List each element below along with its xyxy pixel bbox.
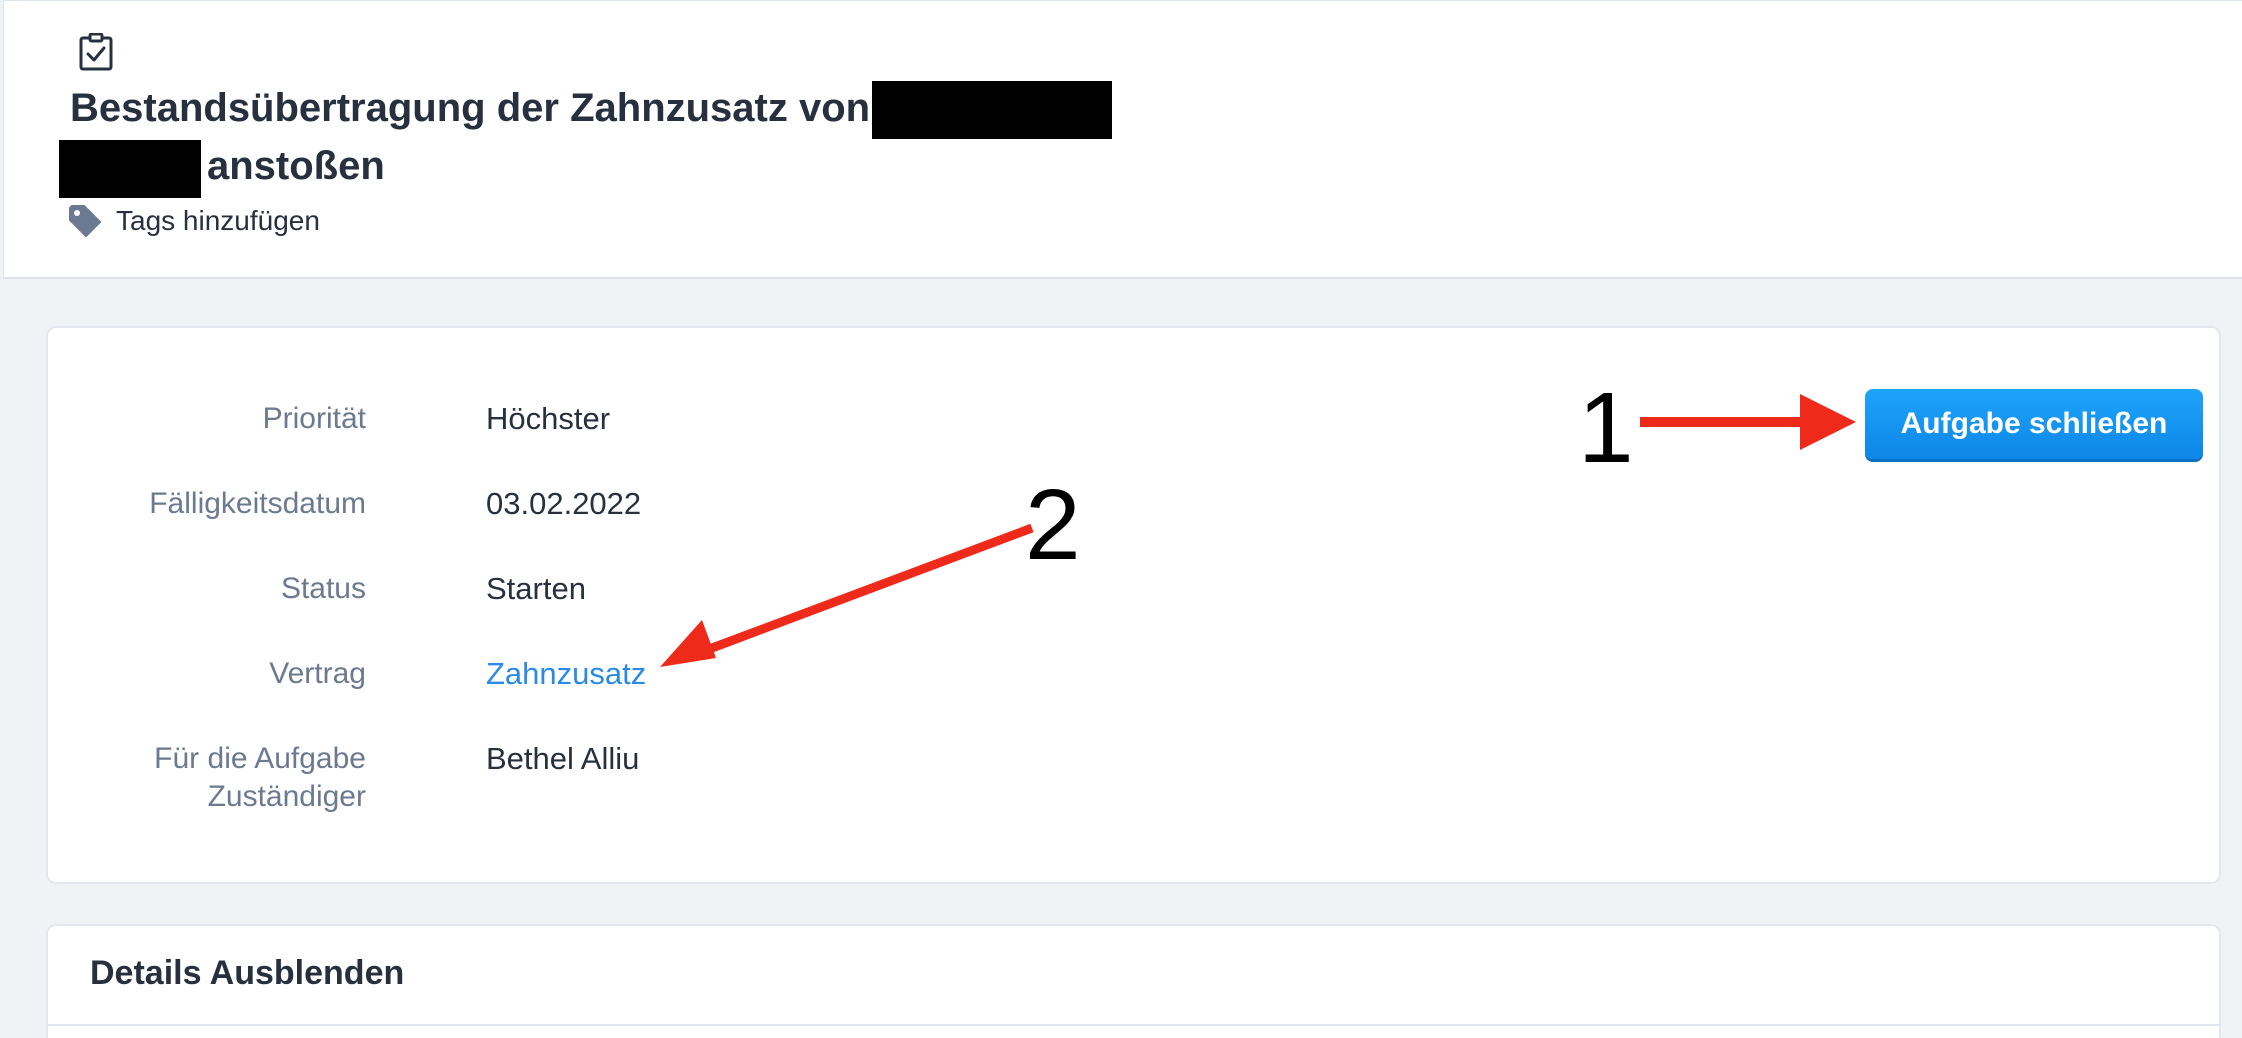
field-value-assignee: Bethel Alliu: [486, 741, 640, 776]
contract-link[interactable]: Zahnzusatz: [486, 655, 646, 693]
add-tags-button[interactable]: Tags hinzufügen: [68, 201, 320, 241]
field-label-status: Status: [280, 572, 366, 605]
field-label-assignee: Für die Aufgabe Zuständiger: [154, 742, 366, 813]
title-text-continued: anstoßen: [207, 144, 385, 189]
title-text: Bestandsübertragung der Zahnzusatz von: [70, 86, 871, 130]
details-divider: [48, 1024, 2219, 1026]
redacted-block: [59, 139, 201, 198]
clipboard-check-icon: [79, 33, 113, 71]
field-label-contract: Vertrag: [269, 657, 366, 690]
add-tags-label: Tags hinzufügen: [116, 205, 320, 236]
annotation-marker-2: 2: [1025, 469, 1081, 581]
task-page: Bestandsübertragung der Zahnzusatz von an…: [0, 0, 2242, 1038]
redacted-block: [872, 81, 1113, 140]
field-label-due-date: Fälligkeitsdatum: [149, 487, 366, 520]
task-info-card: Priorität Höchster Fälligkeitsdatum 03.0…: [46, 326, 2221, 884]
details-toggle[interactable]: Details Ausblenden: [90, 954, 404, 993]
field-value-priority: Höchster: [486, 401, 611, 436]
close-task-button[interactable]: Aufgabe schließen: [1865, 389, 2203, 459]
tag-icon: [69, 205, 101, 237]
field-label-priority: Priorität: [262, 402, 366, 435]
task-header: Bestandsübertragung der Zahnzusatz von an…: [3, 0, 2242, 279]
page-title: Bestandsübertragung der Zahnzusatz von an…: [59, 81, 1170, 198]
details-card: Details Ausblenden: [46, 924, 2221, 1038]
annotation-marker-1: 1: [1578, 372, 1634, 484]
field-value-due-date: 03.02.2022: [486, 486, 642, 521]
field-value-status: Starten: [486, 571, 586, 606]
